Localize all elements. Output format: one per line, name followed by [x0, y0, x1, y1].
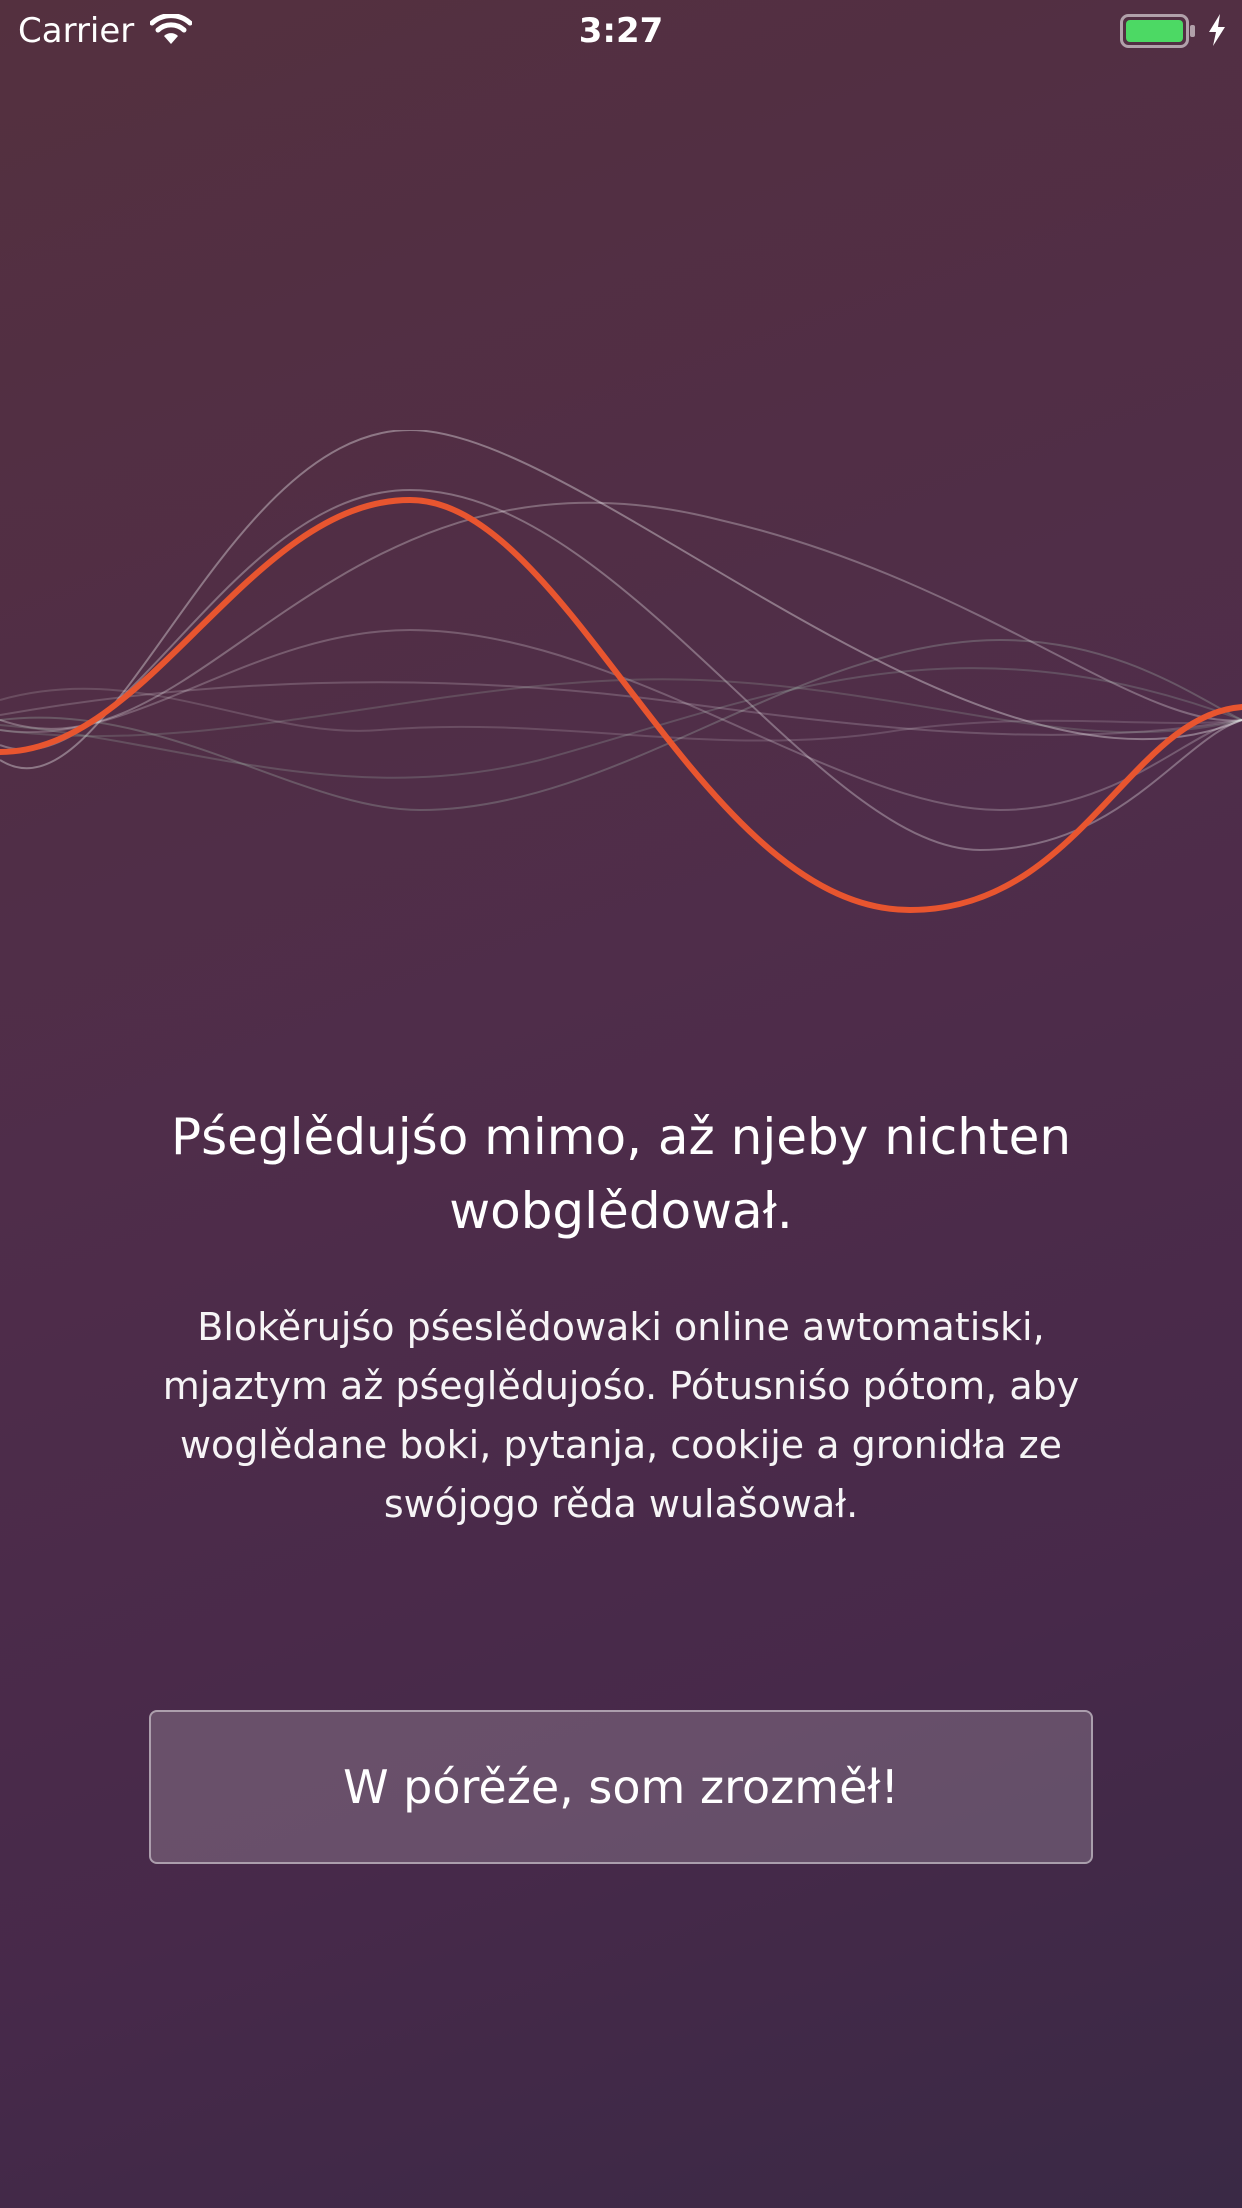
understood-button[interactable]: W pórěźe, som zrozměł! [149, 1710, 1093, 1864]
status-bar: Carrier 3:27 [0, 0, 1242, 62]
onboarding-headline: Pśeglědujśo mimo, až njeby nichten wobgl… [170, 1108, 1072, 1240]
accent-wave-line [0, 496, 1242, 914]
sound-wave-icon [0, 430, 1242, 914]
charging-bolt-icon [1209, 14, 1225, 46]
battery-icon [1120, 14, 1195, 48]
clock: 3:27 [578, 11, 664, 51]
onboarding-description: Blokěrujśo pśeslědowaki online awtomatis… [162, 1305, 1080, 1526]
